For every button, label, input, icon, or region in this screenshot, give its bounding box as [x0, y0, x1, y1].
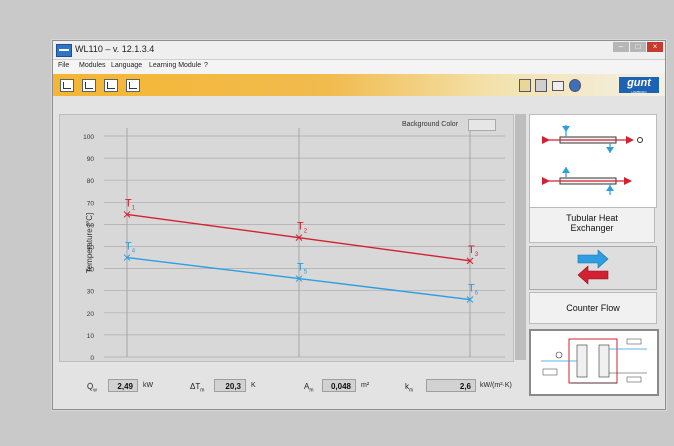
- chart-series: T1T2T3T4T5T6: [123, 197, 479, 303]
- toolbar-chart-icon-2[interactable]: [82, 79, 96, 92]
- window-controls: – □ ×: [613, 42, 663, 52]
- menu-modules[interactable]: Modules: [79, 62, 105, 69]
- flow-mode-label: Counter Flow: [529, 292, 657, 324]
- point-label: T1: [125, 197, 136, 211]
- background-color-swatch[interactable]: [468, 119, 496, 131]
- readout-bar: Q̇w 2,49 kW ΔTm 20,3 K Am 0,048 m² km 2,…: [59, 374, 657, 404]
- y-tick-label: 70: [87, 200, 95, 207]
- delta-t-value: 20,3: [214, 379, 246, 392]
- exchanger-type-label: Tubular Heat Exchanger: [529, 207, 655, 243]
- chart-scrollbar[interactable]: [515, 114, 526, 360]
- logo-text: gunt: [627, 77, 651, 89]
- minimize-button[interactable]: –: [613, 42, 629, 52]
- area-value: 0,048: [322, 379, 356, 392]
- chart-measurement-lines: [126, 128, 471, 357]
- flow-direction-toggle[interactable]: [529, 246, 657, 290]
- title-bar: WL110 – v. 12.1.3.4 – □ ×: [53, 41, 665, 60]
- delta-t-label: ΔTm: [190, 382, 205, 394]
- area-unit: m²: [361, 382, 370, 389]
- point-label: T3: [468, 244, 479, 258]
- logo-subtext: HAMBURG: [631, 90, 647, 94]
- toolbar-chart-icon-4[interactable]: [126, 79, 140, 92]
- menu-bar: File Modules Language Learning Module ?: [53, 60, 665, 74]
- point-label: T2: [297, 221, 308, 235]
- printer-icon[interactable]: [552, 81, 564, 91]
- notebook-icon[interactable]: [519, 79, 531, 92]
- exchanger-label-line-2: Exchanger: [570, 223, 614, 233]
- k-value-unit: kW/(m²·K): [480, 382, 512, 389]
- area-label: Am: [304, 382, 314, 394]
- toolbar-chart-icon-3[interactable]: [104, 79, 118, 92]
- exchanger-type-diagram[interactable]: [529, 114, 657, 208]
- calculator-icon[interactable]: [535, 79, 547, 92]
- y-tick-label: 80: [87, 178, 95, 185]
- chart-grid: [104, 135, 505, 358]
- close-button[interactable]: ×: [647, 42, 663, 52]
- background-color-label: Background Color: [402, 121, 459, 128]
- y-tick-label: 10: [87, 333, 95, 340]
- exchanger-label-line-1: Tubular Heat: [566, 213, 618, 223]
- temperature-chart: 0102030405060708090100 T1T2T3T4T5T6 Temp…: [83, 128, 505, 362]
- heat-flow-value: 2,49: [108, 379, 138, 392]
- tubular-exchanger-icon: [542, 125, 643, 195]
- window-title: WL110 – v. 12.1.3.4: [75, 44, 155, 54]
- menu-file[interactable]: File: [58, 62, 69, 69]
- k-value: 2,6: [426, 379, 476, 392]
- gunt-logo: gunt HAMBURG: [619, 77, 659, 94]
- toolbar-chart-icon-1[interactable]: [60, 79, 74, 92]
- heat-flow-label: Q̇w: [87, 382, 97, 394]
- k-value-label: km: [405, 382, 414, 394]
- toolbar: gunt HAMBURG: [53, 74, 665, 96]
- y-axis-label: Temperature [°C]: [85, 213, 94, 274]
- delta-t-unit: K: [251, 382, 256, 389]
- y-tick-label: 30: [87, 289, 95, 296]
- app-window: WL110 – v. 12.1.3.4 – □ × File Modules L…: [52, 40, 666, 410]
- counter-flow-arrows-icon: [577, 249, 609, 285]
- chart-panel: 0 10 20 30 40 50 60 70 80 90 100 T1 T2 T3 T4 T5 T6 Temp…: [59, 114, 514, 362]
- heat-flow-unit: kW: [143, 382, 154, 389]
- point-label: T6: [468, 283, 479, 297]
- info-icon[interactable]: [569, 79, 581, 92]
- y-tick-label: 100: [83, 134, 94, 141]
- menu-learning-module[interactable]: Learning Module: [149, 62, 201, 69]
- point-label: T4: [125, 241, 136, 255]
- menu-language[interactable]: Language: [111, 62, 142, 69]
- app-icon: [56, 44, 72, 57]
- y-tick-label: 0: [90, 355, 94, 361]
- y-tick-label: 90: [87, 156, 95, 163]
- maximize-button[interactable]: □: [630, 42, 646, 52]
- y-tick-label: 20: [87, 311, 95, 318]
- menu-help[interactable]: ?: [204, 62, 208, 69]
